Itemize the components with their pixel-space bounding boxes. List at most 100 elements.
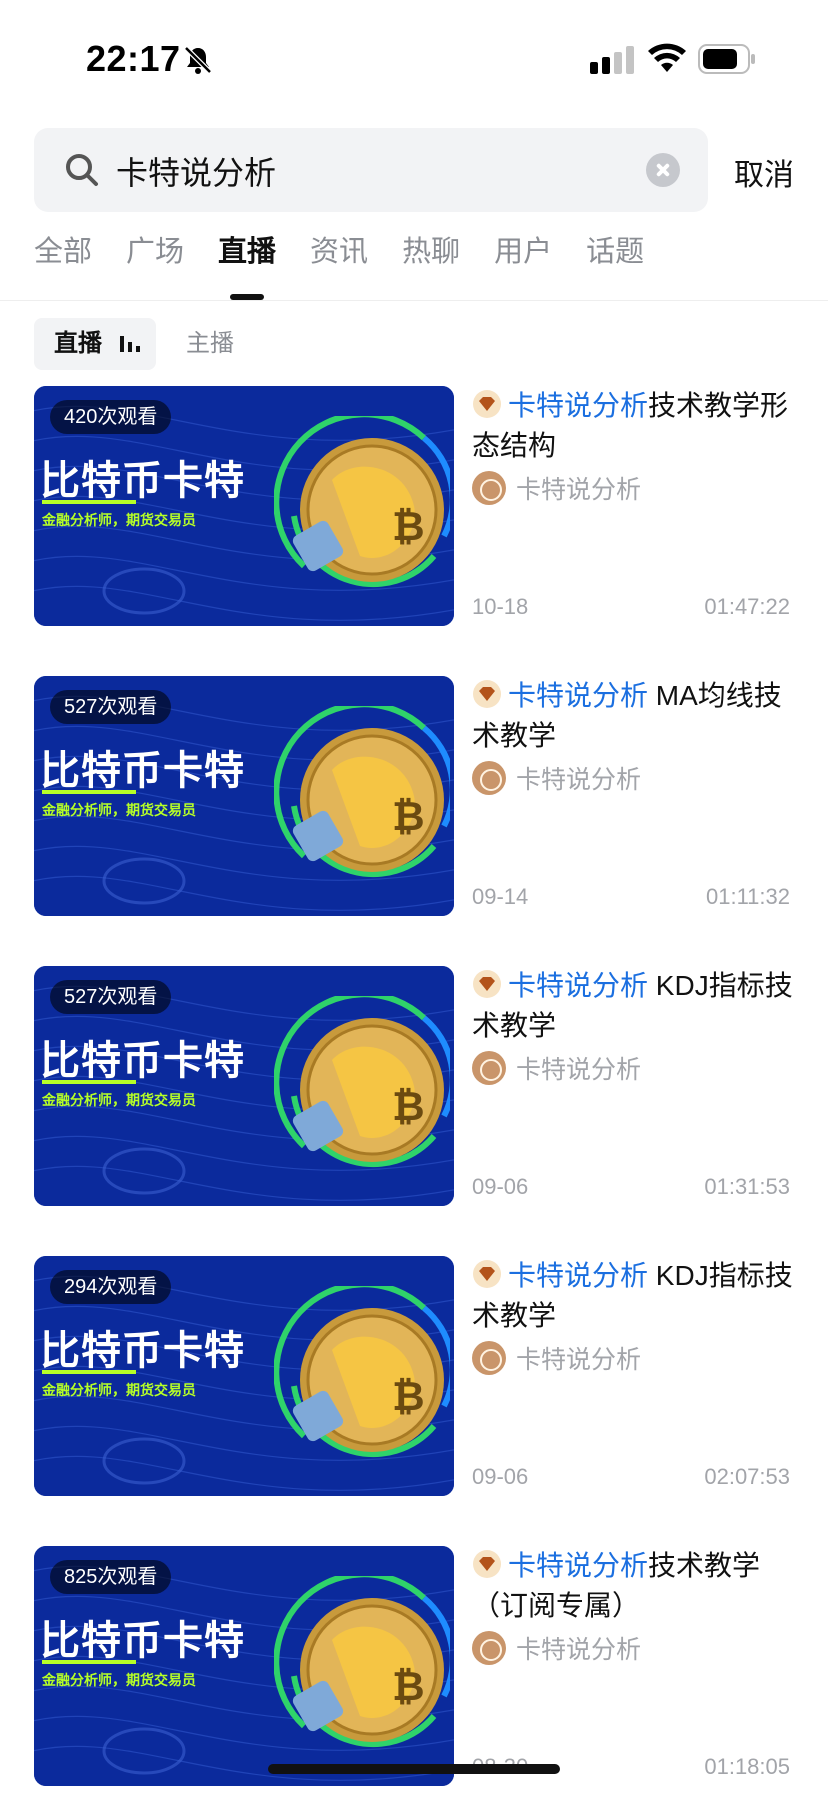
views-badge: 527次观看 [50,690,172,724]
diamond-badge-icon [473,1260,501,1288]
live-duration: 01:18:05 [704,1754,790,1779]
bitcoin-coin-icon: ₿ [274,706,450,878]
svg-text:₿: ₿ [392,1664,425,1710]
author-row[interactable]: 卡特说分析 [472,760,641,796]
subtab-host[interactable]: 主播 [186,318,234,370]
avatar [472,1631,506,1665]
live-list-item[interactable]: 527次观看 比特币卡特 金融分析师，期货交易员 ₿ 卡特说分析 MA均线技术教 [0,676,828,966]
live-title[interactable]: 卡特说分析技术教学（订阅专属） [472,1546,802,1626]
live-title[interactable]: 卡特说分析 MA均线技术教学 [472,676,802,756]
live-duration: 02:07:53 [704,1464,790,1489]
avatar [472,1341,506,1375]
title-highlight: 卡特说分析 [508,1550,649,1581]
live-thumbnail[interactable]: 527次观看 比特币卡特 金融分析师，期货交易员 ₿ [34,676,454,916]
live-date: 09-06 [472,1464,529,1489]
title-highlight: 卡特说分析 [508,1260,649,1291]
live-list: 420次观看 比特币卡特 金融分析师，期货交易员 ₿ 卡特说分析技术教学形态结构 [0,386,828,1796]
live-list-item[interactable]: 294次观看 比特币卡特 金融分析师，期货交易员 ₿ 卡特说分析 KDJ指标技术 [0,1256,828,1546]
tab-topics[interactable]: 话题 [586,230,644,290]
tab-plaza[interactable]: 广场 [126,230,184,290]
live-title[interactable]: 卡特说分析 KDJ指标技术教学 [472,966,802,1046]
live-title[interactable]: 卡特说分析技术教学形态结构 [472,386,802,466]
live-date: 10-18 [472,594,529,619]
tab-news[interactable]: 资讯 [310,230,368,290]
live-thumbnail[interactable]: 420次观看 比特币卡特 金融分析师，期货交易员 ₿ [34,386,454,626]
tab-users[interactable]: 用户 [494,230,552,290]
live-thumbnail[interactable]: 825次观看 比特币卡特 金融分析师，期货交易员 ₿ [34,1546,454,1786]
live-thumbnail[interactable]: 527次观看 比特币卡特 金融分析师，期货交易员 ₿ [34,966,454,1206]
avatar [472,471,506,505]
svg-text:₿: ₿ [392,504,425,550]
tab-live[interactable]: 直播 [218,230,276,290]
live-bars-icon [120,336,140,352]
thumbnail-subtitle: 金融分析师，期货交易员 [42,512,196,528]
views-badge: 420次观看 [50,400,172,434]
live-date: 09-06 [472,1174,529,1199]
bitcoin-coin-icon: ₿ [274,1286,450,1458]
status-time: 22:17 [86,38,181,79]
live-list-item[interactable]: 825次观看 比特币卡特 金融分析师，期货交易员 ₿ 卡特说分析技术教学（订阅专 [0,1546,828,1796]
search-input[interactable]: 卡特说分析 [34,128,708,212]
views-badge: 825次观看 [50,1560,172,1594]
svg-text:₿: ₿ [392,1084,425,1130]
thumbnail-underline [42,790,136,794]
author-row[interactable]: 卡特说分析 [472,470,641,506]
thumbnail-underline [42,1080,136,1084]
live-info: 卡特说分析 KDJ指标技术教学 卡特说分析 09-06 01:31:53 [472,966,802,1206]
title-highlight: 卡特说分析 [508,970,649,1001]
views-badge: 294次观看 [50,1270,172,1304]
thumbnail-title: 比特币卡特 [40,459,245,503]
thumbnail-subtitle: 金融分析师，期货交易员 [42,1672,196,1688]
cancel-button[interactable]: 取消 [734,150,794,194]
author-row[interactable]: 卡特说分析 [472,1340,641,1376]
subtab-live[interactable]: 直播 [34,318,156,370]
author-name: 卡特说分析 [516,766,642,794]
thumbnail-underline [42,500,136,504]
svg-text:₿: ₿ [392,794,425,840]
title-highlight: 卡特说分析 [508,390,649,421]
author-name: 卡特说分析 [516,476,642,504]
live-info: 卡特说分析 KDJ指标技术教学 卡特说分析 09-06 02:07:53 [472,1256,802,1496]
home-indicator [268,1764,560,1774]
diamond-badge-icon [473,390,501,418]
author-name: 卡特说分析 [516,1636,642,1664]
tabs-divider [0,300,828,301]
clear-search-icon[interactable] [646,153,680,187]
author-row[interactable]: 卡特说分析 [472,1630,641,1666]
live-title[interactable]: 卡特说分析 KDJ指标技术教学 [472,1256,802,1336]
diamond-badge-icon [473,970,501,998]
category-tabs: 全部 广场 直播 资讯 热聊 用户 话题 [34,230,678,290]
avatar [472,1051,506,1085]
bell-muted-icon [184,46,212,74]
title-highlight: 卡特说分析 [508,680,649,711]
live-duration: 01:11:32 [705,884,790,909]
views-badge: 527次观看 [50,980,172,1014]
live-info: 卡特说分析技术教学（订阅专属） 卡特说分析 08-30 01:18:05 [472,1546,802,1786]
thumbnail-title: 比特币卡特 [40,1619,245,1663]
live-duration: 01:31:53 [704,1174,790,1199]
bitcoin-coin-icon: ₿ [274,1576,450,1748]
search-icon [66,154,98,186]
thumbnail-title: 比特币卡特 [40,1039,245,1083]
author-row[interactable]: 卡特说分析 [472,1050,641,1086]
tab-all[interactable]: 全部 [34,230,92,290]
tab-hot-chat[interactable]: 热聊 [402,230,460,290]
diamond-badge-icon [473,680,501,708]
thumbnail-title: 比特币卡特 [40,749,245,793]
author-name: 卡特说分析 [516,1056,642,1084]
thumbnail-underline [42,1370,136,1374]
svg-text:₿: ₿ [392,1374,425,1420]
bitcoin-coin-icon: ₿ [274,996,450,1168]
avatar [472,761,506,795]
live-thumbnail[interactable]: 294次观看 比特币卡特 金融分析师，期货交易员 ₿ [34,1256,454,1496]
live-date: 09-14 [472,884,529,909]
bitcoin-coin-icon: ₿ [274,416,450,588]
live-list-item[interactable]: 527次观看 比特币卡特 金融分析师，期货交易员 ₿ 卡特说分析 KDJ指标技术 [0,966,828,1256]
thumbnail-title: 比特币卡特 [40,1329,245,1373]
live-duration: 01:47:22 [704,594,790,619]
thumbnail-subtitle: 金融分析师，期货交易员 [42,1382,196,1398]
live-list-item[interactable]: 420次观看 比特币卡特 金融分析师，期货交易员 ₿ 卡特说分析技术教学形态结构 [0,386,828,676]
author-name: 卡特说分析 [516,1346,642,1374]
thumbnail-subtitle: 金融分析师，期货交易员 [42,802,196,818]
search-query: 卡特说分析 [116,155,277,191]
